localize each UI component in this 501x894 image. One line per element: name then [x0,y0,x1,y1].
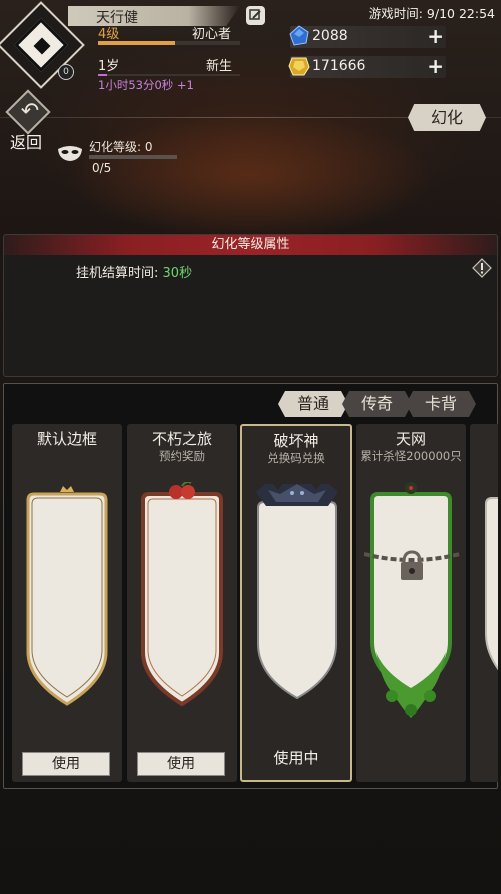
skynet-frame-icon [370,482,452,718]
resource-gold-gem: 171666 + [288,56,446,78]
attribute-line: 挂机结算时间: 30秒 [76,262,192,281]
player-rank: 初心者 [192,27,232,42]
frame-card-skynet[interactable]: 天网 累计杀怪200000只 [356,424,466,782]
card-subtitle: 预约奖励 [159,449,205,463]
partial-frame-icon [485,497,498,671]
age-timer: 1小时53分0秒 +1 [98,78,194,92]
card-title: 破坏神 [273,432,319,450]
attribute-panel-title: 幻化等级属性 [4,235,497,255]
gold-gem-icon [288,57,310,76]
frame-tabs: 普通 传奇 卡背 [278,391,476,417]
player-level: 4级 [98,27,120,42]
frame-card-destroyer[interactable]: 破坏神 兑换码兑换 使用中 [240,424,352,782]
chain-lock-icon [364,550,460,580]
level-progress-fill [98,41,175,45]
game-time: 游戏时间: 9/10 22:54 [368,6,495,21]
card-title: 不朽之旅 [151,430,212,448]
card-subtitle: 兑换码兑换 [267,451,325,465]
use-button[interactable]: 使用 [137,752,225,776]
avatar-badge: 0 [58,64,74,80]
mask-icon [58,146,82,161]
huanhua-progress-bar [89,155,177,159]
back-label[interactable]: 返回 [10,129,42,153]
frame-card-partial[interactable] [470,424,498,782]
in-use-status: 使用中 [273,749,319,767]
edit-name-icon[interactable] [246,6,265,25]
blue-gem-icon [289,25,309,46]
gold-gem-count: 171666 [312,58,366,74]
age-title: 新生 [206,59,233,74]
add-gold-gem-button[interactable]: + [427,56,444,76]
huanhua-count: 0/5 [92,161,112,175]
attribute-value: 30秒 [162,266,193,281]
frame-card-default[interactable]: 默认边框 使用 [12,424,122,782]
info-warning-icon[interactable] [472,258,492,278]
apple-frame-icon [141,482,223,707]
resource-blue-gem: 2088 + [289,25,446,48]
card-title: 天网 [395,430,426,448]
age-progress-fill [98,74,107,76]
use-button[interactable]: 使用 [22,752,110,776]
pencil-icon [249,9,261,20]
tab-normal[interactable]: 普通 [278,391,348,417]
card-title: 默认边框 [36,430,97,448]
age-progress-bar [98,74,240,76]
return-arrow-icon[interactable]: ↶ [16,98,44,126]
tab-card-back[interactable]: 卡背 [406,391,476,417]
huanhua-level: 幻化等级: 0 [89,140,153,154]
destroyer-frame-icon [256,484,338,700]
add-blue-gem-button[interactable]: + [427,26,444,46]
blue-gem-count: 2088 [312,28,348,44]
card-subtitle: 累计杀怪200000只 [360,449,462,463]
transform-button[interactable]: 幻化 [408,104,486,131]
attribute-label: 挂机结算时间: [76,266,159,281]
level-progress-bar [98,41,240,45]
attribute-panel: 幻化等级属性 挂机结算时间: 30秒 [3,234,498,377]
default-frame-icon [26,486,108,706]
player-age: 1岁 [98,59,120,74]
tab-legendary[interactable]: 传奇 [342,391,412,417]
frame-card-immortal-journey[interactable]: 不朽之旅 预约奖励 使用 [127,424,237,782]
